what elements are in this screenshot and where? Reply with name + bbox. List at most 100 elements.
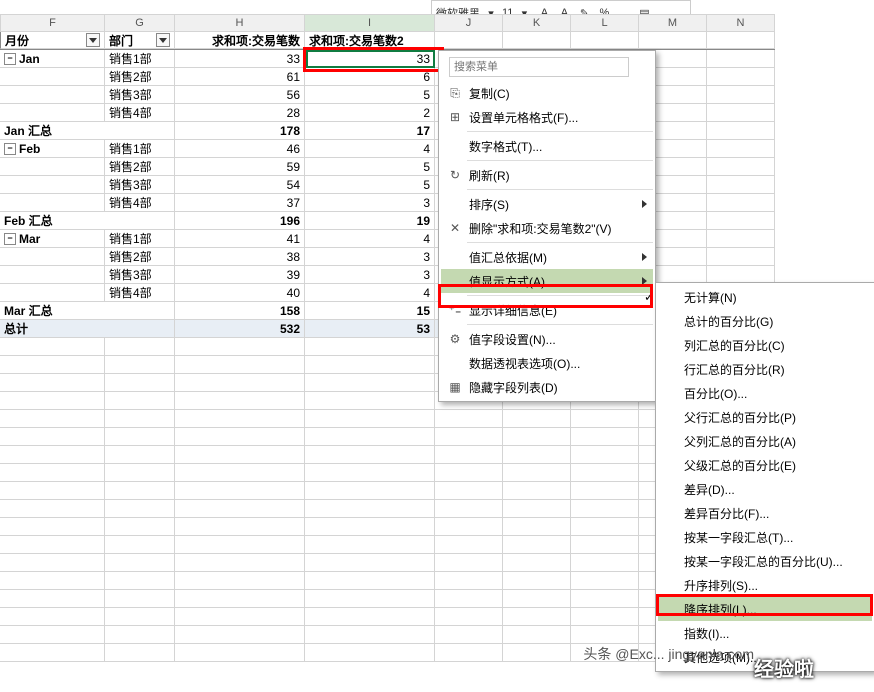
submenu-item[interactable]: 降序排列(L)...	[658, 597, 872, 621]
value-cell[interactable]: 41	[175, 230, 305, 248]
submenu-item[interactable]: 指数(I)...	[658, 621, 872, 645]
value-cell[interactable]: 5	[305, 158, 435, 176]
header-sum2[interactable]: 求和项:交易笔数2	[305, 32, 435, 49]
col-G[interactable]: G	[105, 14, 175, 32]
menu-item[interactable]: 排序(S)	[441, 192, 653, 216]
menu-item[interactable]: ▦隐藏字段列表(D)	[441, 375, 653, 399]
header-month[interactable]: 月份	[0, 32, 105, 49]
value-cell[interactable]: 3	[305, 248, 435, 266]
dept-cell[interactable]: 销售2部	[105, 68, 175, 86]
dept-cell[interactable]: 销售3部	[105, 266, 175, 284]
submenu-item[interactable]: 按某一字段汇总(T)...	[658, 525, 872, 549]
month-cell[interactable]	[0, 68, 105, 86]
value-cell[interactable]: 3	[305, 266, 435, 284]
col-I[interactable]: I	[305, 14, 435, 32]
dropdown-icon[interactable]	[156, 33, 170, 47]
value-cell[interactable]: 56	[175, 86, 305, 104]
header-dept[interactable]: 部门	[105, 32, 175, 49]
submenu-item[interactable]: 升序排列(S)...	[658, 573, 872, 597]
menu-item[interactable]: 值显示方式(A)	[441, 269, 653, 293]
month-cell[interactable]: −Mar	[0, 230, 105, 248]
value-cell[interactable]: 40	[175, 284, 305, 302]
menu-item[interactable]: ✕删除"求和项:交易笔数2"(V)	[441, 216, 653, 240]
value-cell[interactable]: 38	[175, 248, 305, 266]
dept-cell[interactable]: 销售4部	[105, 104, 175, 122]
dept-cell[interactable]: 销售3部	[105, 176, 175, 194]
month-cell[interactable]	[0, 158, 105, 176]
dropdown-icon[interactable]	[86, 33, 100, 47]
menu-item[interactable]: ⊞设置单元格格式(F)...	[441, 105, 653, 129]
col-K[interactable]: K	[503, 14, 571, 32]
dept-cell[interactable]: 销售1部	[105, 50, 175, 68]
value-cell[interactable]: 37	[175, 194, 305, 212]
month-cell[interactable]	[0, 248, 105, 266]
month-cell[interactable]	[0, 266, 105, 284]
menu-item[interactable]: ↻刷新(R)	[441, 163, 653, 187]
collapse-icon[interactable]: −	[4, 53, 16, 65]
menu-search-input[interactable]	[449, 57, 629, 77]
collapse-icon[interactable]: −	[4, 143, 16, 155]
submenu-item[interactable]: 总计的百分比(G)	[658, 309, 872, 333]
subtotal-value[interactable]: 19	[305, 212, 435, 230]
menu-item[interactable]: 值汇总依据(M)	[441, 245, 653, 269]
submenu-item[interactable]: 父行汇总的百分比(P)	[658, 405, 872, 429]
col-H[interactable]: H	[175, 14, 305, 32]
value-cell[interactable]: 4	[305, 284, 435, 302]
value-cell[interactable]: 2	[305, 104, 435, 122]
menu-item[interactable]: ⁺₌显示详细信息(E)	[441, 298, 653, 322]
value-cell[interactable]: 33	[175, 50, 305, 68]
menu-item[interactable]: ⎘复制(C)	[441, 81, 653, 105]
month-cell[interactable]	[0, 176, 105, 194]
col-N[interactable]: N	[707, 14, 775, 32]
dept-cell[interactable]: 销售2部	[105, 158, 175, 176]
submenu-item[interactable]: 父级汇总的百分比(E)	[658, 453, 872, 477]
value-cell[interactable]: 4	[305, 230, 435, 248]
menu-item[interactable]: 数字格式(T)...	[441, 134, 653, 158]
subtotal-value[interactable]: 178	[175, 122, 305, 140]
menu-item[interactable]: ⚙值字段设置(N)...	[441, 327, 653, 351]
collapse-icon[interactable]: −	[4, 233, 16, 245]
value-cell[interactable]: 39	[175, 266, 305, 284]
dept-cell[interactable]: 销售4部	[105, 284, 175, 302]
submenu-item[interactable]: 差异(D)...	[658, 477, 872, 501]
dept-cell[interactable]: 销售2部	[105, 248, 175, 266]
col-J[interactable]: J	[435, 14, 503, 32]
month-cell[interactable]	[0, 104, 105, 122]
submenu-item[interactable]: ✓无计算(N)	[658, 285, 872, 309]
submenu-item[interactable]: 差异百分比(F)...	[658, 501, 872, 525]
value-cell[interactable]: 28	[175, 104, 305, 122]
submenu-item[interactable]: 父列汇总的百分比(A)	[658, 429, 872, 453]
menu-item[interactable]: 数据透视表选项(O)...	[441, 351, 653, 375]
subtotal-label[interactable]: Mar 汇总	[0, 302, 175, 320]
submenu-item[interactable]: 百分比(O)...	[658, 381, 872, 405]
grandtotal-value[interactable]: 53	[305, 320, 435, 338]
dept-cell[interactable]: 销售4部	[105, 194, 175, 212]
value-cell[interactable]: 3	[305, 194, 435, 212]
subtotal-value[interactable]: 15	[305, 302, 435, 320]
month-cell[interactable]: −Feb	[0, 140, 105, 158]
value-cell[interactable]: 59	[175, 158, 305, 176]
dept-cell[interactable]: 销售1部	[105, 140, 175, 158]
month-cell[interactable]	[0, 194, 105, 212]
value-cell[interactable]: 5	[305, 86, 435, 104]
month-cell[interactable]	[0, 86, 105, 104]
col-M[interactable]: M	[639, 14, 707, 32]
value-cell[interactable]: 46	[175, 140, 305, 158]
value-cell[interactable]: 6	[305, 68, 435, 86]
subtotal-value[interactable]: 196	[175, 212, 305, 230]
value-cell[interactable]: 54	[175, 176, 305, 194]
value-cell[interactable]: 4	[305, 140, 435, 158]
dept-cell[interactable]: 销售3部	[105, 86, 175, 104]
month-cell[interactable]: −Jan	[0, 50, 105, 68]
col-L[interactable]: L	[571, 14, 639, 32]
value-cell[interactable]: 5	[305, 176, 435, 194]
value-cell[interactable]: 61	[175, 68, 305, 86]
submenu-item[interactable]: 按某一字段汇总的百分比(U)...	[658, 549, 872, 573]
subtotal-label[interactable]: Feb 汇总	[0, 212, 175, 230]
subtotal-value[interactable]: 17	[305, 122, 435, 140]
submenu-item[interactable]: 列汇总的百分比(C)	[658, 333, 872, 357]
dept-cell[interactable]: 销售1部	[105, 230, 175, 248]
grandtotal-label[interactable]: 总计	[0, 320, 175, 338]
submenu-item[interactable]: 行汇总的百分比(R)	[658, 357, 872, 381]
subtotal-value[interactable]: 158	[175, 302, 305, 320]
